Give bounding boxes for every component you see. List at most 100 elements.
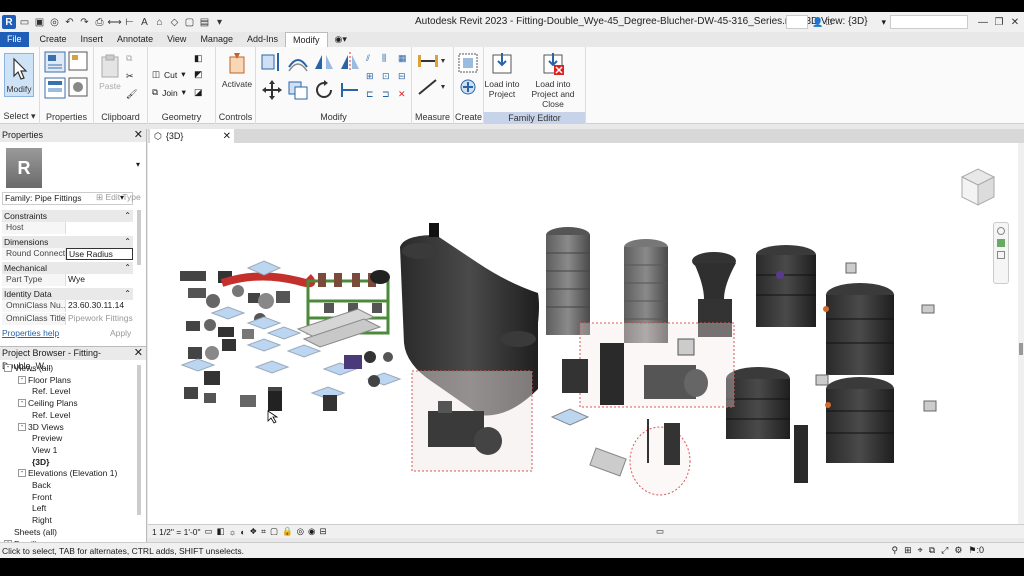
open-icon[interactable]: ▭ xyxy=(18,16,31,29)
drawing-canvas[interactable] xyxy=(148,143,1018,524)
viewcube[interactable] xyxy=(960,168,996,206)
measure-icon[interactable]: ⟷ xyxy=(107,16,121,29)
prop-row-part-type[interactable]: Part Type Wye xyxy=(2,274,133,286)
trim-extend-icon[interactable] xyxy=(338,79,362,101)
cut-clipboard-icon[interactable]: ✂ xyxy=(126,71,140,85)
text-icon[interactable]: A xyxy=(138,16,151,29)
print-icon[interactable]: ⎙ xyxy=(93,16,106,29)
3d-view-icon[interactable]: ⌂ xyxy=(153,16,166,29)
split-gap-icon[interactable]: ⫼ xyxy=(382,53,396,67)
search-input[interactable] xyxy=(786,15,808,29)
group-identity-data[interactable]: Identity Data ⌃ xyxy=(2,288,133,300)
tab-manage[interactable]: Manage xyxy=(193,32,240,47)
group-dimensions[interactable]: Dimensions ⌃ xyxy=(2,236,133,248)
select-underlay-icon[interactable]: ⊞ xyxy=(904,545,912,556)
user-account[interactable]: 👤 □ ▾ xyxy=(812,15,886,29)
browser-item[interactable]: Preview xyxy=(32,433,62,443)
browser-item[interactable]: - Ceiling Plans xyxy=(18,398,78,408)
filter-icon[interactable]: ⚑:0 xyxy=(968,545,984,556)
tab-add-ins[interactable]: Add-Ins xyxy=(240,32,285,47)
navigation-bar[interactable] xyxy=(993,222,1009,284)
split-face-icon[interactable]: ◧ xyxy=(194,53,208,67)
close-icon[interactable]: ✕ xyxy=(134,129,143,142)
delete-icon[interactable]: ✕ xyxy=(398,89,412,103)
align-icon[interactable] xyxy=(260,51,284,73)
browser-item[interactable]: Front xyxy=(32,492,52,502)
properties-scrollbar[interactable] xyxy=(137,210,141,265)
collapse-icon[interactable]: - xyxy=(18,399,26,408)
zoom-icon[interactable] xyxy=(997,251,1005,259)
properties-icon[interactable] xyxy=(44,51,66,73)
canvas-scrollbar[interactable] xyxy=(1018,143,1024,524)
panel-label-select[interactable]: Select ▾ xyxy=(0,111,39,122)
cut-button[interactable]: ◫ Cut ▾ xyxy=(152,69,186,80)
close-icon[interactable]: ✕ xyxy=(134,347,143,360)
mirror-draw-axis-icon[interactable] xyxy=(338,51,362,73)
create-similar-icon[interactable] xyxy=(458,77,478,97)
copy-element-icon[interactable] xyxy=(286,79,310,101)
match-properties-icon[interactable]: 🖌 xyxy=(126,89,140,103)
shadows-icon[interactable]: ◐ xyxy=(240,527,245,537)
help-search-input[interactable] xyxy=(890,15,968,29)
view-scale[interactable]: 1 1/2" = 1'-0" xyxy=(152,527,201,537)
browser-item[interactable]: Back xyxy=(32,480,51,490)
select-links-icon[interactable]: ⚲ xyxy=(891,545,898,556)
group-constraints[interactable]: Constraints ⌃ xyxy=(2,210,133,222)
collapse-icon[interactable]: - xyxy=(18,422,26,431)
browser-item[interactable]: - Views (all) xyxy=(4,363,53,373)
prop-row-host[interactable]: Host xyxy=(2,222,133,234)
gear-icon[interactable]: ⚙ xyxy=(954,545,962,556)
join-button[interactable]: ⧉ Join ▾ xyxy=(152,87,186,98)
visual-style-icon[interactable]: ◧ xyxy=(217,526,225,537)
browser-item[interactable]: View 1 xyxy=(32,445,57,455)
edit-type-button[interactable]: ⊞ Edit Type xyxy=(96,192,141,203)
section-icon[interactable]: ◇ xyxy=(168,16,181,29)
revit-logo-icon[interactable]: R xyxy=(2,15,16,29)
redo-icon[interactable]: ↷ xyxy=(78,16,91,29)
tab-3d-view[interactable]: ⬡ {3D} ✕ xyxy=(150,129,234,143)
sync-icon[interactable]: ◎ xyxy=(48,16,61,29)
rotate-icon[interactable] xyxy=(312,79,336,101)
crop-icon[interactable]: ⌗ xyxy=(261,526,266,537)
activate-button[interactable]: Activate xyxy=(220,51,254,89)
collapse-icon[interactable]: - xyxy=(18,469,26,478)
browser-item[interactable]: Right xyxy=(32,515,52,525)
split-element-icon[interactable]: ⫽ xyxy=(366,53,380,67)
horizontal-scroll-icon[interactable]: ▭ xyxy=(656,526,664,537)
select-pinned-icon[interactable]: ⌖ xyxy=(918,545,923,556)
browser-item[interactable]: Ref. Level xyxy=(32,386,70,396)
pin-icon[interactable]: ⊡ xyxy=(382,71,396,85)
tab-file[interactable]: File xyxy=(0,32,29,47)
analytical-icon[interactable]: ⊟ xyxy=(319,526,326,537)
browser-item[interactable]: -3D Views xyxy=(18,422,64,432)
browser-item[interactable]: {3D} xyxy=(32,457,49,467)
browser-item[interactable]: - Floor Plans xyxy=(18,375,71,385)
unpin-icon[interactable]: ⊟ xyxy=(398,71,412,85)
minimize-button[interactable]: — xyxy=(976,15,990,29)
tab-annotate[interactable]: Annotate xyxy=(110,32,160,47)
tab-create[interactable]: Create xyxy=(33,32,74,47)
rendering-icon[interactable]: ❖ xyxy=(250,526,258,537)
tab-modify[interactable]: Modify xyxy=(285,32,328,47)
collapse-icon[interactable]: - xyxy=(18,375,26,384)
browser-item[interactable]: Ref. Level xyxy=(32,410,70,420)
tab-contextual-toggle[interactable]: ◉▾ xyxy=(328,32,354,47)
maximize-button[interactable]: ❐ xyxy=(992,15,1006,29)
tab-insert[interactable]: Insert xyxy=(74,32,111,47)
scroll-thumb[interactable] xyxy=(1019,343,1023,355)
load-into-project-and-close-button[interactable]: Load into Project and Close xyxy=(522,51,584,109)
drag-elements-icon[interactable]: ⤢ xyxy=(941,545,948,556)
aligned-dimension-icon[interactable] xyxy=(416,77,446,97)
prop-row-omniclass-number[interactable]: OmniClass Nu... 23.60.30.11.14 xyxy=(2,300,133,312)
trim-multiple-icon[interactable]: ⊐ xyxy=(382,89,396,103)
measure-distance-icon[interactable] xyxy=(416,53,446,69)
browser-item[interactable]: Sheets (all) xyxy=(4,527,57,537)
create-group-icon[interactable] xyxy=(458,53,478,73)
show-crop-icon[interactable]: ▢ xyxy=(270,526,278,537)
customize-qat-icon[interactable]: ▾ xyxy=(213,16,226,29)
prop-row-round-connector[interactable]: Round Connect... Use Radius xyxy=(2,248,133,260)
wall-joins-icon[interactable]: ◪ xyxy=(194,87,208,101)
family-types-icon[interactable] xyxy=(44,77,66,99)
trim-single-icon[interactable]: ⊏ xyxy=(366,89,380,103)
pan-icon[interactable] xyxy=(997,239,1005,247)
